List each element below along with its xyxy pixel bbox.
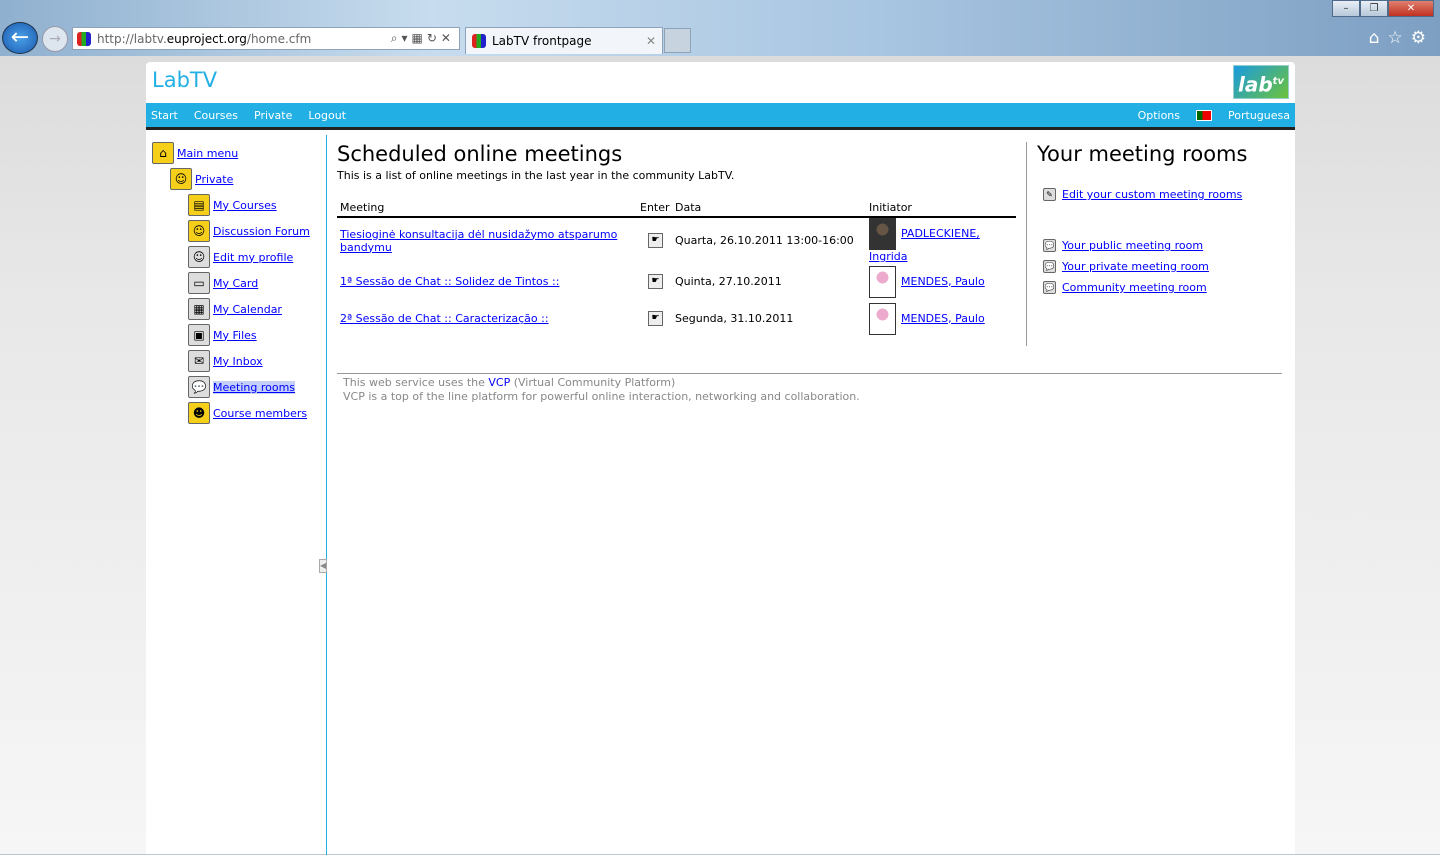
initiator-link[interactable]: MENDES, Paulo — [901, 312, 985, 325]
public-room-item[interactable]: 💬 Your public meeting room — [1043, 239, 1203, 252]
site-brand[interactable]: LabTV — [152, 68, 217, 92]
back-button[interactable]: ← — [2, 22, 38, 54]
sidebar-item-course-members[interactable]: ☻ Course members — [188, 401, 307, 425]
address-tools-icon[interactable]: ⌕▾▦↻✕ — [391, 31, 455, 46]
portugal-flag-icon — [1196, 109, 1213, 121]
table-row: 1ª Sessão de Chat :: Solidez de Tintos :… — [337, 263, 1016, 300]
sidebar-item-main-menu[interactable]: ⌂ Main menu — [152, 141, 238, 165]
labtv-logo: labtv — [1233, 65, 1289, 99]
private-folder-icon: ☺ — [170, 168, 192, 190]
nav-courses[interactable]: Courses — [194, 109, 238, 122]
initiator-link[interactable]: MENDES, Paulo — [901, 275, 985, 288]
language-selector[interactable]: Portuguesa — [1228, 109, 1290, 122]
meetings-table: Meeting Enter Data Initiator Tiesioginė kon… — [337, 198, 1016, 337]
edit-icon: ✎ — [1043, 188, 1056, 201]
sidebar-item-my-calendar[interactable]: ▦ My Calendar — [188, 297, 282, 321]
courses-icon: ▤ — [188, 194, 210, 216]
chat-icon: 💬 — [1043, 281, 1056, 294]
nav-private[interactable]: Private — [254, 109, 292, 122]
sidebar-item-meeting-rooms[interactable]: 💬 Meeting rooms — [188, 375, 296, 399]
favicon-icon — [472, 34, 486, 48]
nav-start[interactable]: Start — [151, 109, 178, 122]
page-subtitle: This is a list of online meetings in the… — [337, 169, 735, 182]
column-divider — [1026, 142, 1027, 346]
avatar — [869, 265, 896, 298]
browser-tab[interactable]: LabTV frontpage ✕ — [465, 27, 663, 54]
card-icon: ▭ — [188, 272, 210, 294]
favicon-icon — [77, 31, 91, 46]
vcp-link[interactable]: VCP — [488, 376, 510, 389]
sidebar-item-edit-profile[interactable]: ☺ Edit my profile — [188, 245, 293, 269]
nav-options[interactable]: Options — [1138, 109, 1180, 122]
home-icon[interactable]: ⌂ — [1369, 28, 1388, 48]
close-window-button[interactable]: ✕ — [1388, 0, 1434, 17]
new-tab-button[interactable] — [664, 28, 691, 53]
sidebar-item-private[interactable]: ☺ Private — [170, 167, 233, 191]
home-folder-icon: ⌂ — [152, 142, 174, 164]
maximize-button[interactable]: ❐ — [1360, 0, 1388, 17]
sidebar-item-my-card[interactable]: ▭ My Card — [188, 271, 258, 295]
sidebar-item-my-inbox[interactable]: ✉ My Inbox — [188, 349, 263, 373]
browser-chrome: – ❐ ✕ ← → http://labtv. euproject.org/home.… — [0, 0, 1440, 56]
sidebar: ⌂ Main menu ☺ Private ▤ My Courses ☺ Discuss… — [146, 135, 327, 855]
close-tab-icon[interactable]: ✕ — [646, 34, 656, 48]
forum-icon: ☺ — [188, 220, 210, 242]
enter-meeting-icon[interactable]: ☛ — [648, 233, 663, 248]
meeting-link[interactable]: 2ª Sessão de Chat :: Caracterização :: — [340, 312, 549, 325]
private-room-item[interactable]: 💬 Your private meeting room — [1043, 260, 1209, 273]
chat-icon: 💬 — [1043, 260, 1056, 273]
minimize-button[interactable]: – — [1332, 0, 1360, 17]
floppy-icon: ▣ — [188, 324, 210, 346]
avatar — [869, 218, 896, 250]
address-bar[interactable]: http://labtv. euproject.org/home.cfm ⌕▾▦↻✕ — [72, 27, 460, 50]
chat-icon: 💬 — [1043, 239, 1056, 252]
avatar — [869, 302, 896, 335]
forward-button[interactable]: → — [42, 26, 68, 52]
page-title: Scheduled online meetings — [337, 142, 623, 166]
favorites-star-icon[interactable]: ☆ — [1388, 28, 1411, 48]
footer: This web service uses the VCP (Virtual C… — [337, 373, 1282, 406]
meeting-rooms-panel: Your meeting rooms ✎ Edit your custom mee… — [1037, 142, 1287, 294]
page: LabTV labtv Start Courses Private Logout… — [146, 62, 1295, 855]
meeting-icon: 💬 — [188, 376, 210, 398]
sidebar-item-my-courses[interactable]: ▤ My Courses — [188, 193, 277, 217]
table-row: 2ª Sessão de Chat :: Caracterização :: ☛ S… — [337, 300, 1016, 337]
enter-meeting-icon[interactable]: ☛ — [648, 311, 663, 326]
enter-meeting-icon[interactable]: ☛ — [648, 274, 663, 289]
envelope-icon: ✉ — [188, 350, 210, 372]
gear-icon[interactable]: ⚙ — [1411, 28, 1434, 48]
rooms-title: Your meeting rooms — [1037, 142, 1248, 166]
edit-rooms-item[interactable]: ✎ Edit your custom meeting rooms — [1043, 188, 1242, 201]
calendar-icon: ▦ — [188, 298, 210, 320]
meeting-link[interactable]: 1ª Sessão de Chat :: Solidez de Tintos :… — [340, 275, 559, 288]
meeting-link[interactable]: Tiesioginė konsultacija dėl nusidažymo a… — [340, 228, 617, 254]
main-content: Scheduled online meetings This is a list… — [337, 142, 1017, 337]
sidebar-item-my-files[interactable]: ▣ My Files — [188, 323, 257, 347]
profile-icon: ☺ — [188, 246, 210, 268]
main-nav: Start Courses Private Logout Options Port… — [146, 103, 1295, 130]
table-row: Tiesioginė konsultacija dėl nusidažymo a… — [337, 217, 1016, 263]
nav-logout[interactable]: Logout — [308, 109, 346, 122]
members-icon: ☻ — [188, 402, 210, 424]
collapse-sidebar-icon[interactable]: ◀ — [319, 559, 327, 573]
community-room-item[interactable]: 💬 Community meeting room — [1043, 281, 1207, 294]
sidebar-item-discussion-forum[interactable]: ☺ Discussion Forum — [188, 219, 310, 243]
